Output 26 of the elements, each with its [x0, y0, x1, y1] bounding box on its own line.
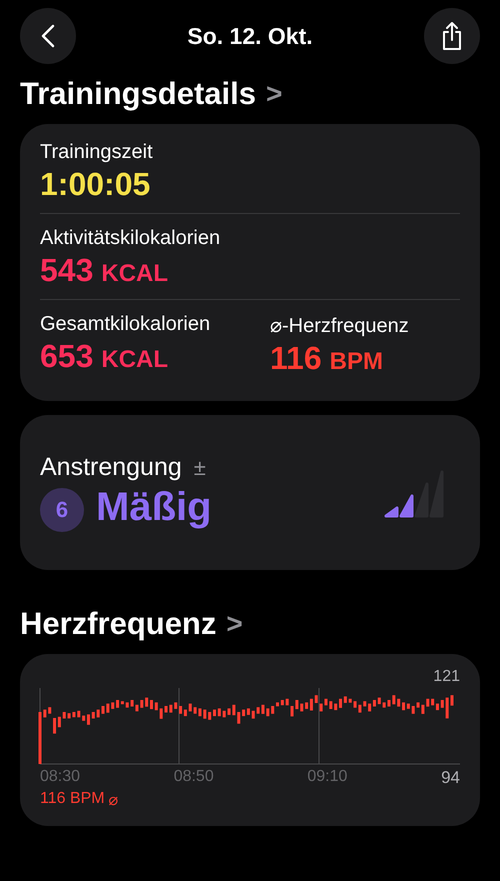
effort-rating: Mäßig [96, 484, 212, 530]
metric-label: ⌀-Herzfrequenz [270, 314, 410, 338]
effort-score: 6 [40, 488, 84, 532]
plus-minus-icon: ± [194, 454, 206, 480]
metric-value: 1:00:05 [40, 166, 152, 203]
metric-value: 653 KCAL [40, 338, 170, 375]
time-label: 09:10 [307, 768, 348, 787]
metric-label: Gesamtkilokalorien [40, 313, 212, 336]
average-heart-rate: 116 BPM [40, 790, 105, 809]
chevron-icon[interactable]: > [266, 78, 282, 110]
metric-label: Trainingszeit [40, 141, 154, 164]
back-icon [40, 24, 56, 48]
effort-card[interactable]: Anstrengung ± 6 Mäßig [20, 415, 480, 570]
section-heading[interactable]: Herzfrequenz [20, 606, 216, 642]
metric-label: Aktivitätskilokalorien [40, 227, 222, 250]
time-label: 08:30 [40, 768, 82, 787]
chevron-icon[interactable]: > [226, 608, 243, 640]
average-icon: ⌀ [108, 790, 119, 810]
metric-value: 116 BPM [270, 340, 384, 377]
section-heading[interactable]: Trainingsdetails [20, 76, 256, 112]
min-label: 94 [441, 768, 460, 788]
effort-label: Anstrengung [40, 453, 182, 482]
max-label: 121 [433, 668, 460, 686]
date-title: So. 12. Okt. [187, 22, 313, 50]
metric-value: 543 KCAL [40, 252, 170, 289]
time-label: 08:50 [174, 768, 215, 787]
